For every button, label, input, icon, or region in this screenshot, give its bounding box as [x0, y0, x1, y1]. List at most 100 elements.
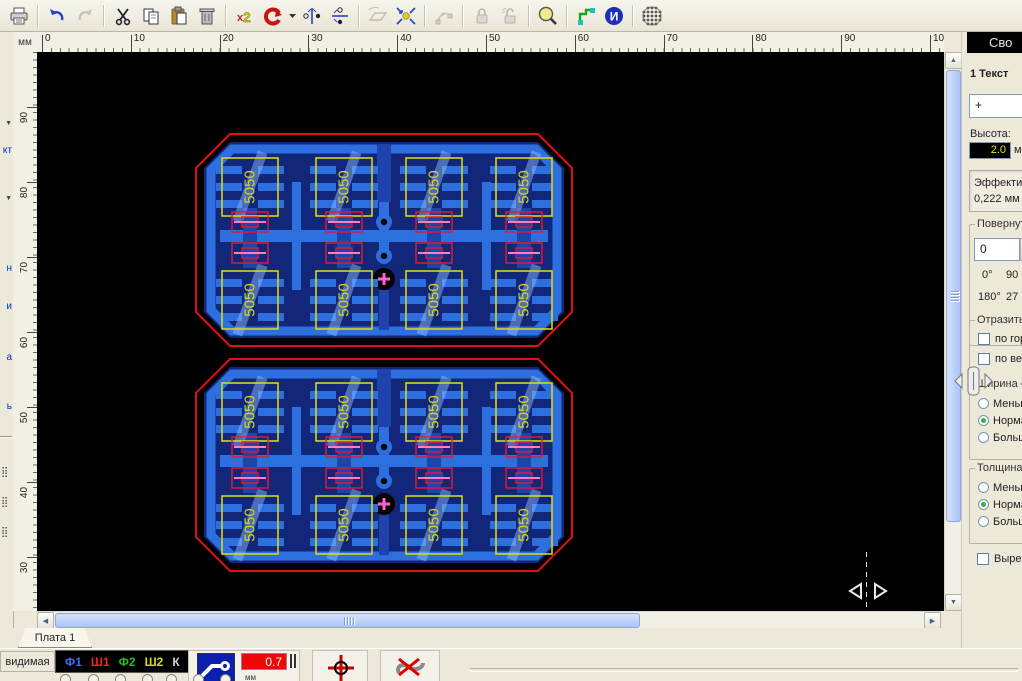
connection-test-button[interactable] — [572, 2, 600, 30]
text-value-input[interactable]: + — [969, 94, 1022, 118]
scroll-up-button[interactable]: ▲ — [945, 52, 962, 69]
thickness-radio-2[interactable] — [978, 516, 989, 527]
redo-button[interactable] — [71, 2, 99, 30]
main-toolbar: x2 И — [0, 0, 1022, 32]
track-width-display[interactable]: 0.7 — [241, 653, 287, 670]
ruler-label: 20 — [223, 33, 234, 44]
no-rubberband-icon[interactable] — [393, 655, 429, 679]
layer-button-Ф1[interactable]: Ф1 — [65, 655, 82, 669]
ruler-label: 50 — [489, 33, 500, 44]
svg-text:5050: 5050 — [516, 283, 533, 316]
ruler-label: 60 — [19, 337, 30, 348]
x2-icon: x2 — [235, 6, 255, 26]
unlock-button[interactable] — [496, 2, 524, 30]
ruler-label: 0 — [45, 33, 51, 44]
angle-button-2[interactable]: 180° — [978, 291, 1001, 303]
track-width-spinner[interactable] — [290, 654, 296, 668]
layer-button-К[interactable]: К — [172, 655, 179, 669]
horizontal-scrollbar[interactable]: ◀ ▶ — [37, 611, 941, 629]
grip-dots-icon[interactable]: ⣿ — [1, 468, 12, 478]
tool-strip-fragment[interactable]: ь — [0, 401, 12, 412]
ruler-label: 100 — [933, 33, 944, 44]
tool-strip-fragment[interactable]: а — [0, 352, 12, 363]
info-button[interactable]: И — [600, 2, 628, 30]
ruler-label: 40 — [19, 487, 30, 498]
angle-button-3[interactable]: 27 — [1006, 291, 1018, 303]
width-radio-1[interactable] — [978, 415, 989, 426]
width-radio-0[interactable] — [978, 398, 989, 409]
tab-board-1[interactable]: Плата 1 — [18, 628, 92, 648]
angle-button-1[interactable]: 90 — [1006, 269, 1018, 281]
scroll-left-button[interactable]: ◀ — [37, 612, 54, 629]
rotate-angle-input[interactable]: 0 — [974, 238, 1020, 261]
svg-text:5050: 5050 — [426, 395, 443, 428]
svg-text:5050: 5050 — [426, 170, 443, 203]
svg-text:5050: 5050 — [242, 508, 259, 541]
vertical-scroll-thumb[interactable] — [946, 70, 961, 522]
strip-divider — [0, 436, 12, 438]
align-center-button[interactable] — [392, 2, 420, 30]
layer-button-Ш1[interactable]: Ш1 — [91, 655, 110, 669]
tool-strip-fragment[interactable]: ▼ — [0, 195, 12, 202]
layer-button-Ф2[interactable]: Ф2 — [119, 655, 136, 669]
cutout-checkbox[interactable] — [977, 553, 989, 565]
angle-button-0[interactable]: 0° — [982, 269, 993, 281]
node-edit-button[interactable] — [430, 2, 458, 30]
crosshair-icon[interactable] — [327, 654, 355, 681]
effective-width-box: Эффекти 0,222 мм — [969, 170, 1022, 212]
tool-strip-fragment[interactable]: и — [0, 301, 12, 312]
undo-button[interactable] — [43, 2, 71, 30]
copy-button[interactable] — [137, 2, 165, 30]
height-input[interactable]: 2.0 — [969, 142, 1011, 159]
lock-button[interactable] — [468, 2, 496, 30]
delete-button[interactable] — [193, 2, 221, 30]
horizontal-scroll-thumb[interactable] — [55, 613, 640, 628]
visible-layers-label: видимая — [0, 651, 55, 672]
scroll-down-button[interactable]: ▼ — [945, 594, 962, 611]
mirror-horizontal-checkbox[interactable] — [978, 333, 990, 345]
paste-button[interactable] — [165, 2, 193, 30]
cut-button[interactable] — [109, 2, 137, 30]
mirror-vertical-button[interactable] — [326, 2, 354, 30]
pcb-canvas[interactable]: 5050505050505050505050505050505050505050… — [37, 52, 944, 611]
grip-dots-icon[interactable]: ⣿ — [1, 528, 12, 538]
zoom-button[interactable] — [534, 2, 562, 30]
tilt-button[interactable] — [364, 2, 392, 30]
layer-selector[interactable]: Ф1 Ш1 Ф2 Ш2 К — [55, 650, 195, 673]
grip-dots-icon[interactable]: ⣿ — [1, 498, 12, 508]
print-button[interactable] — [5, 2, 33, 30]
svg-text:5050: 5050 — [336, 283, 353, 316]
tilt-icon — [367, 6, 389, 26]
mirror-horizontal-button[interactable] — [298, 2, 326, 30]
svg-text:2: 2 — [243, 9, 251, 25]
scroll-right-button[interactable]: ▶ — [924, 612, 941, 629]
rotate-button[interactable] — [259, 2, 287, 30]
pcb-board-1[interactable]: 50505050505050505050505050505050 — [194, 132, 574, 348]
rotate-dropdown[interactable] — [287, 3, 298, 29]
selection-label: 1 Текст — [970, 68, 1008, 80]
redo-icon — [75, 6, 95, 26]
width-radio-2[interactable] — [978, 432, 989, 443]
svg-text:5050: 5050 — [336, 508, 353, 541]
svg-text:5050: 5050 — [242, 283, 259, 316]
metallization-button[interactable] — [638, 2, 666, 30]
thickness-radio-1[interactable] — [978, 499, 989, 510]
ruler-label: 90 — [844, 33, 855, 44]
mirror-v-icon — [330, 6, 350, 26]
pcb-board-2[interactable]: 50505050505050505050505050505050 — [194, 357, 574, 573]
tool-strip-fragment[interactable]: ▼ — [0, 120, 12, 127]
vertical-scrollbar[interactable]: ▲ ▼ — [944, 52, 962, 611]
ruler-label: 60 — [578, 33, 589, 44]
tool-strip-fragment[interactable]: кт — [0, 145, 12, 156]
horizontal-resize-cursor — [952, 364, 996, 398]
svg-text:5050: 5050 — [516, 395, 533, 428]
status-bar: видимая Ф1Ш1Ф2Ш2К ? 0.7 мм — [0, 648, 1022, 681]
tool-strip-fragment[interactable]: н — [0, 263, 12, 274]
magnifier-icon — [537, 5, 559, 27]
ruler-label: 50 — [19, 412, 30, 423]
thickness-radio-0[interactable] — [978, 482, 989, 493]
statusbar-groove — [470, 668, 1018, 672]
duplicate-button[interactable]: x2 — [231, 2, 259, 30]
layer-button-Ш2[interactable]: Ш2 — [145, 655, 164, 669]
unlock-icon — [500, 6, 520, 26]
